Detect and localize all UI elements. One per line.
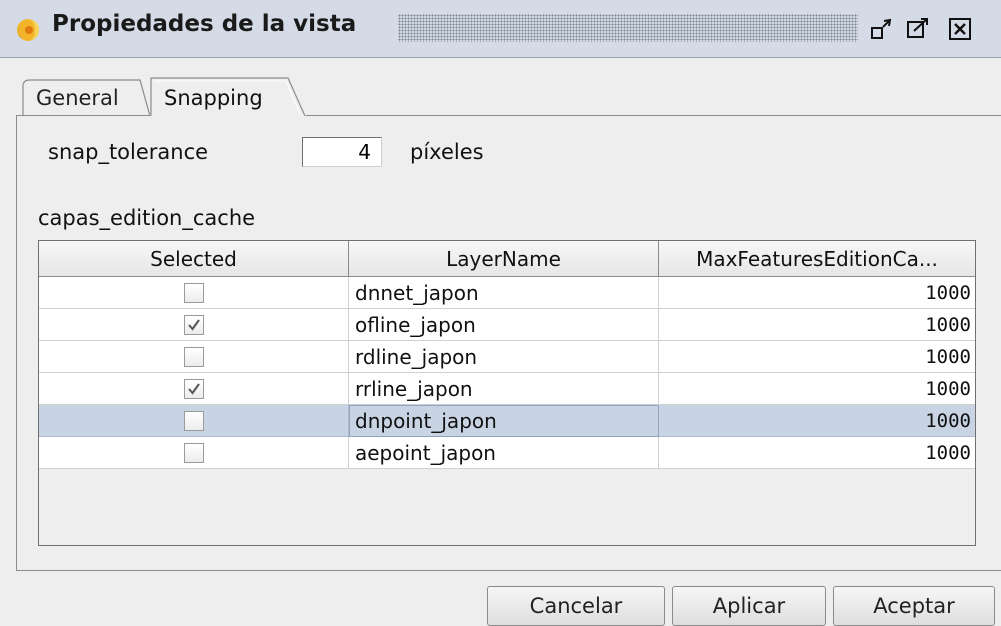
gvsig-logo-icon bbox=[17, 19, 39, 41]
cancel-button[interactable]: Cancelar bbox=[487, 586, 665, 626]
column-header-selected[interactable]: Selected bbox=[39, 241, 349, 277]
column-header-layername[interactable]: LayerName bbox=[349, 241, 659, 277]
layer-checkbox[interactable] bbox=[183, 314, 204, 335]
layer-checkbox[interactable] bbox=[183, 282, 204, 303]
layer-name-cell[interactable]: rrline_japon bbox=[349, 373, 659, 405]
layer-name-cell[interactable]: rdline_japon bbox=[349, 341, 659, 373]
layer-name-cell[interactable]: ofline_japon bbox=[349, 309, 659, 341]
snap-tolerance-label: snap_tolerance bbox=[48, 140, 209, 164]
layer-checkbox[interactable] bbox=[183, 410, 204, 431]
table-row[interactable]: rdline_japon 1000 bbox=[39, 341, 975, 373]
table-header: Selected LayerName MaxFeaturesEditionCa.… bbox=[39, 241, 975, 277]
tab-snapping[interactable]: Snapping bbox=[150, 76, 306, 116]
max-features-cell[interactable]: 1000 bbox=[659, 373, 975, 405]
restore-icon[interactable] bbox=[870, 17, 894, 41]
snap-tolerance-input[interactable] bbox=[302, 137, 382, 167]
tab-general-label: General bbox=[36, 86, 119, 110]
layer-checkbox[interactable] bbox=[183, 378, 204, 399]
snap-tolerance-unit: píxeles bbox=[410, 140, 484, 164]
max-features-cell[interactable]: 1000 bbox=[659, 405, 975, 437]
close-icon[interactable] bbox=[948, 17, 972, 41]
table-body: dnnet_japon 1000 ofline_japon 1000 rdlin… bbox=[39, 277, 975, 469]
layer-checkbox[interactable] bbox=[183, 346, 204, 367]
tab-snapping-label: Snapping bbox=[164, 86, 263, 110]
selected-cell bbox=[39, 309, 349, 341]
layer-checkbox[interactable] bbox=[183, 442, 204, 463]
table-row[interactable]: dnnet_japon 1000 bbox=[39, 277, 975, 309]
checkmark-icon bbox=[187, 318, 200, 331]
max-features-cell[interactable]: 1000 bbox=[659, 341, 975, 373]
title-grip[interactable] bbox=[398, 14, 858, 42]
layer-name-cell[interactable]: dnpoint_japon bbox=[349, 405, 659, 437]
layer-name-cell[interactable]: aepoint_japon bbox=[349, 437, 659, 469]
max-features-cell[interactable]: 1000 bbox=[659, 309, 975, 341]
apply-button[interactable]: Aplicar bbox=[672, 586, 826, 626]
selected-cell bbox=[39, 405, 349, 437]
table-row[interactable]: aepoint_japon 1000 bbox=[39, 437, 975, 469]
accept-button[interactable]: Aceptar bbox=[833, 586, 995, 626]
max-features-cell[interactable]: 1000 bbox=[659, 437, 975, 469]
maximize-icon[interactable] bbox=[906, 17, 930, 41]
table-row[interactable]: rrline_japon 1000 bbox=[39, 373, 975, 405]
layers-table[interactable]: Selected LayerName MaxFeaturesEditionCa.… bbox=[38, 240, 976, 546]
selected-cell bbox=[39, 373, 349, 405]
edition-cache-label: capas_edition_cache bbox=[38, 206, 256, 230]
window-title: Propiedades de la vista bbox=[52, 11, 357, 37]
layer-name-cell[interactable]: dnnet_japon bbox=[349, 277, 659, 309]
table-row[interactable]: ofline_japon 1000 bbox=[39, 309, 975, 341]
max-features-cell[interactable]: 1000 bbox=[659, 277, 975, 309]
table-row-highlighted[interactable]: dnpoint_japon 1000 bbox=[39, 405, 975, 437]
selected-cell bbox=[39, 437, 349, 469]
tab-general[interactable]: General bbox=[22, 76, 152, 116]
column-header-maxfeatures[interactable]: MaxFeaturesEditionCa... bbox=[659, 241, 975, 277]
selected-cell bbox=[39, 277, 349, 309]
selected-cell bbox=[39, 341, 349, 373]
checkmark-icon bbox=[187, 382, 200, 395]
title-bar[interactable]: Propiedades de la vista bbox=[0, 0, 1001, 58]
